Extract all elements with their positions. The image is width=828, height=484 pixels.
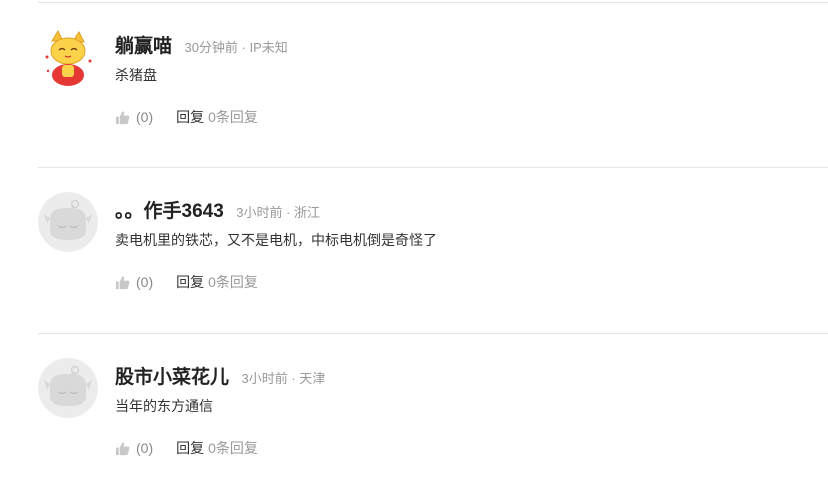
thumbs-up-icon: [115, 441, 130, 455]
comment-meta: 3小时前 · 浙江: [236, 205, 321, 220]
reply-button[interactable]: 回复: [176, 107, 204, 127]
comment-actions: (0) 回复 0条回复: [115, 272, 258, 292]
like-button[interactable]: (0): [115, 440, 153, 456]
comment-item: 股市小菜花儿 3小时前 · 天津 当年的东方通信 (0) 回复 0条回复: [0, 334, 828, 484]
reply-button[interactable]: 回复: [176, 438, 204, 458]
thumbs-up-icon: [115, 110, 130, 124]
comment-text: 杀猪盘: [115, 67, 157, 83]
comment-actions: (0) 回复 0条回复: [115, 438, 258, 458]
thumbs-up-icon: [115, 275, 130, 289]
comment-item: 。。作手3643 3小时前 · 浙江 卖电机里的铁芯，又不是电机，中标电机倒是奇…: [0, 168, 828, 318]
cartoon-cat-avatar-icon: [38, 27, 98, 87]
avatar[interactable]: [38, 192, 98, 252]
comment-text: 卖电机里的铁芯，又不是电机，中标电机倒是奇怪了: [115, 232, 437, 248]
comment-meta: 3小时前 · 天津: [241, 371, 326, 386]
like-count: (0): [136, 109, 154, 125]
like-button[interactable]: (0): [115, 109, 153, 125]
default-avatar-icon: [38, 192, 98, 252]
default-avatar-icon: [38, 358, 98, 418]
reply-count[interactable]: 0条回复: [208, 107, 258, 127]
comment-actions: (0) 回复 0条回复: [115, 107, 258, 127]
avatar[interactable]: [38, 358, 98, 418]
like-count: (0): [136, 274, 154, 290]
username[interactable]: 。。作手3643: [115, 201, 224, 222]
reply-button[interactable]: 回复: [176, 272, 204, 292]
comment-item: 躺赢喵 30分钟前 · IP未知 杀猪盘 (0) 回复 0条回复: [0, 3, 828, 153]
comment-meta: 30分钟前 · IP未知: [184, 40, 288, 55]
avatar[interactable]: [38, 27, 98, 87]
comment-text: 当年的东方通信: [115, 398, 213, 414]
username[interactable]: 股市小菜花儿: [115, 367, 229, 388]
like-button[interactable]: (0): [115, 274, 153, 290]
username[interactable]: 躺赢喵: [115, 36, 172, 57]
like-count: (0): [136, 440, 154, 456]
reply-count[interactable]: 0条回复: [208, 438, 258, 458]
reply-count[interactable]: 0条回复: [208, 272, 258, 292]
